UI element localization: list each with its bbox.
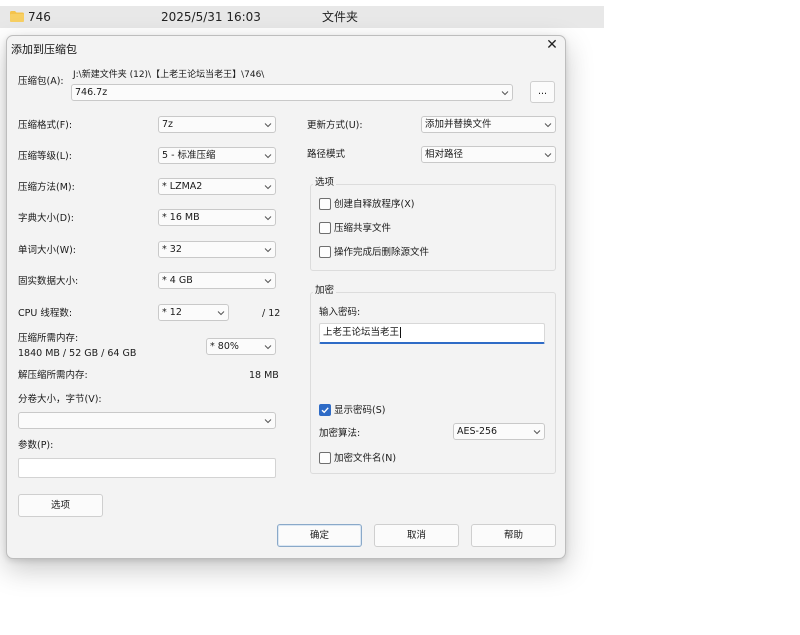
password-input[interactable]: 上老王论坛当老王 xyxy=(319,323,545,344)
decompress-memory-value: 18 MB xyxy=(249,370,279,381)
password-label: 输入密码: xyxy=(319,307,361,318)
chevron-down-icon xyxy=(263,211,273,225)
parameters-input[interactable] xyxy=(18,458,276,478)
level-label: 压缩等级(L): xyxy=(18,151,72,162)
sfx-checkbox[interactable] xyxy=(319,198,331,210)
compress-memory-detail: 1840 MB / 52 GB / 64 GB xyxy=(18,348,137,359)
archive-name-combo[interactable]: 746.7z xyxy=(71,84,513,101)
word-size-value: * 32 xyxy=(162,244,182,255)
delete-after-label: 操作完成后删除源文件 xyxy=(334,247,430,258)
cancel-button[interactable]: 取消 xyxy=(374,524,459,547)
volume-size-combo[interactable] xyxy=(18,412,276,429)
level-combo[interactable]: 5 - 标准压缩 xyxy=(158,147,276,164)
method-label: 压缩方法(M): xyxy=(18,182,75,193)
chevron-down-icon xyxy=(543,148,553,162)
options-button[interactable]: 选项 xyxy=(18,494,103,517)
chevron-down-icon xyxy=(532,425,542,439)
word-size-label: 单词大小(W): xyxy=(18,245,77,256)
path-mode-combo[interactable]: 相对路径 xyxy=(421,146,556,163)
show-password-checkbox[interactable] xyxy=(319,404,331,416)
browse-button[interactable]: ... xyxy=(530,81,555,103)
format-value: 7z xyxy=(162,119,174,130)
sfx-label: 创建自释放程序(X) xyxy=(334,199,415,210)
parameters-label: 参数(P): xyxy=(18,440,54,451)
encrypt-names-checkbox[interactable] xyxy=(319,452,331,464)
shared-files-label: 压缩共享文件 xyxy=(334,223,392,234)
chevron-down-icon xyxy=(543,118,553,132)
encryption-method-combo[interactable]: AES-256 xyxy=(453,423,545,440)
path-mode-label: 路径模式 xyxy=(307,149,346,160)
archive-name-value: 746.7z xyxy=(75,87,108,98)
path-mode-value: 相对路径 xyxy=(425,149,464,160)
format-label: 压缩格式(F): xyxy=(18,120,73,131)
level-value: 5 - 标准压缩 xyxy=(162,150,216,161)
volume-size-label: 分卷大小，字节(V): xyxy=(18,394,102,405)
solid-size-label: 固实数据大小: xyxy=(18,276,79,287)
chevron-down-icon xyxy=(263,243,273,257)
cpu-threads-label: CPU 线程数: xyxy=(18,308,73,319)
decompress-memory-label: 解压缩所需内存: xyxy=(18,370,88,381)
dialog-title: 添加到压缩包 xyxy=(11,43,77,56)
solid-size-value: * 4 GB xyxy=(162,275,193,286)
cpu-threads-combo[interactable]: * 12 xyxy=(158,304,229,321)
cpu-threads-total: / 12 xyxy=(262,308,281,319)
memory-usage-combo[interactable]: * 80% xyxy=(206,338,276,355)
explorer-folder-row[interactable]: 746 2025/5/31 16:03 文件夹 xyxy=(0,6,604,28)
folder-name: 746 xyxy=(28,10,51,24)
method-value: * LZMA2 xyxy=(162,181,203,192)
encryption-method-value: AES-256 xyxy=(457,426,498,437)
ok-button[interactable]: 确定 xyxy=(277,524,362,547)
encryption-method-label: 加密算法: xyxy=(319,428,361,439)
checkmark-icon xyxy=(321,407,329,414)
update-mode-value: 添加并替换文件 xyxy=(425,119,492,130)
chevron-down-icon xyxy=(216,306,226,320)
password-value: 上老王论坛当老王 xyxy=(323,327,400,338)
update-mode-label: 更新方式(U): xyxy=(307,120,363,131)
update-mode-combo[interactable]: 添加并替换文件 xyxy=(421,116,556,133)
chevron-down-icon xyxy=(500,86,510,100)
encryption-group-title: 加密 xyxy=(313,285,337,297)
cpu-threads-value: * 12 xyxy=(162,307,182,318)
folder-type: 文件夹 xyxy=(322,10,359,24)
chevron-down-icon xyxy=(263,340,273,354)
help-button[interactable]: 帮助 xyxy=(471,524,556,547)
options-group-title: 选项 xyxy=(313,177,337,189)
chevron-down-icon xyxy=(263,274,273,288)
method-combo[interactable]: * LZMA2 xyxy=(158,178,276,195)
archive-label: 压缩包(A): xyxy=(18,76,64,87)
chevron-down-icon xyxy=(263,118,273,132)
dictionary-value: * 16 MB xyxy=(162,212,200,223)
encryption-group xyxy=(310,292,556,474)
dictionary-label: 字典大小(D): xyxy=(18,213,74,224)
word-size-combo[interactable]: * 32 xyxy=(158,241,276,258)
delete-after-checkbox[interactable] xyxy=(319,246,331,258)
folder-date: 2025/5/31 16:03 xyxy=(161,10,261,24)
dictionary-combo[interactable]: * 16 MB xyxy=(158,209,276,226)
add-to-archive-dialog: 添加到压缩包 ✕ 压缩包(A): J:\新建文件夹 (12)\【上老王论坛当老王… xyxy=(6,35,566,559)
memory-usage-value: * 80% xyxy=(210,341,239,352)
close-icon[interactable]: ✕ xyxy=(545,38,559,52)
chevron-down-icon xyxy=(263,414,273,428)
encrypt-names-label: 加密文件名(N) xyxy=(334,453,397,464)
chevron-down-icon xyxy=(263,149,273,163)
compress-memory-label: 压缩所需内存: xyxy=(18,333,79,344)
chevron-down-icon xyxy=(263,180,273,194)
format-combo[interactable]: 7z xyxy=(158,116,276,133)
text-cursor xyxy=(400,327,402,338)
shared-files-checkbox[interactable] xyxy=(319,222,331,234)
archive-path: J:\新建文件夹 (12)\【上老王论坛当老王】\746\ xyxy=(73,70,265,80)
show-password-label: 显示密码(S) xyxy=(334,405,386,416)
solid-size-combo[interactable]: * 4 GB xyxy=(158,272,276,289)
folder-icon xyxy=(10,11,24,22)
